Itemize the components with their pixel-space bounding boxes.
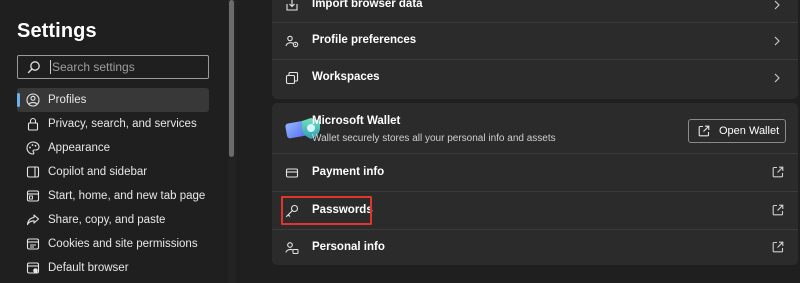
sidebar-item-label: Start, home, and new tab page <box>48 190 206 202</box>
sidebar-item-copilot[interactable]: Copilot and sidebar <box>17 160 209 184</box>
chevron-right-icon <box>774 0 780 10</box>
import-browser-data-label: Import browser data <box>312 0 423 10</box>
sidebar-item-appearance[interactable]: Appearance <box>17 136 209 160</box>
profile-options-card: Import browser data Profile preferences … <box>272 0 798 99</box>
profile-preferences-icon <box>285 35 299 48</box>
profile-icon <box>26 93 40 107</box>
workspaces-icon <box>285 71 299 85</box>
profile-preferences-label: Profile preferences <box>312 34 417 46</box>
open-wallet-button[interactable]: Open Wallet <box>688 119 786 143</box>
sidebar-item-label: Appearance <box>48 142 111 154</box>
open-wallet-label: Open Wallet <box>719 125 780 137</box>
passwords-highlight-box <box>281 196 372 225</box>
home-tab-icon <box>26 190 40 202</box>
settings-sidebar: Settings Profiles Privacy, search, and s… <box>0 0 228 283</box>
personal-info-row[interactable]: Personal info <box>272 230 798 265</box>
payment-info-row[interactable]: Payment info <box>272 154 798 191</box>
workspaces-row[interactable]: Workspaces <box>272 60 798 97</box>
wallet-title: Microsoft Wallet <box>312 115 401 127</box>
external-link-icon <box>698 125 710 137</box>
card-icon <box>285 168 299 178</box>
sidebar-nav: Profiles Privacy, search, and services A… <box>17 88 209 280</box>
profile-preferences-row[interactable]: Profile preferences <box>272 23 798 59</box>
cookies-icon <box>26 238 40 250</box>
workspaces-label: Workspaces <box>312 71 380 83</box>
sidebar-item-share[interactable]: Share, copy, and paste <box>17 208 209 232</box>
page-title: Settings <box>17 20 97 42</box>
search-icon <box>27 61 40 74</box>
sidebar-item-start-home[interactable]: Start, home, and new tab page <box>17 184 209 208</box>
import-browser-data-row[interactable]: Import browser data <box>272 0 798 22</box>
chevron-right-icon <box>774 36 780 46</box>
lock-icon <box>27 117 39 131</box>
search-box[interactable] <box>17 55 209 79</box>
sidebar-item-privacy[interactable]: Privacy, search, and services <box>17 112 209 136</box>
sidebar-item-label: Privacy, search, and services <box>48 118 197 130</box>
sidebar-item-cookies[interactable]: Cookies and site permissions <box>17 232 209 256</box>
external-link-icon <box>772 166 784 178</box>
person-info-icon <box>285 242 299 254</box>
sidebar-item-label: Copilot and sidebar <box>48 166 148 178</box>
sidebar-item-label: Profiles <box>48 94 87 106</box>
sidebar-scrollbar[interactable] <box>229 0 234 157</box>
personal-info-label: Personal info <box>312 241 385 253</box>
wallet-description: Wallet securely stores all your personal… <box>312 133 556 144</box>
import-icon <box>286 0 298 11</box>
search-input[interactable] <box>50 60 200 74</box>
payment-info-label: Payment info <box>312 166 385 178</box>
external-link-icon <box>772 204 784 216</box>
wallet-card: Microsoft Wallet Wallet securely stores … <box>272 103 798 265</box>
sidebar-item-profiles[interactable]: Profiles <box>17 88 209 112</box>
sidebar-item-default-browser[interactable]: Default browser <box>17 256 209 280</box>
sidebar-icon <box>26 166 40 178</box>
browser-icon <box>26 262 40 274</box>
sidebar-item-label: Default browser <box>48 262 129 274</box>
external-link-icon <box>772 241 784 253</box>
chevron-right-icon <box>774 73 780 83</box>
sidebar-item-label: Share, copy, and paste <box>48 214 166 226</box>
sidebar-item-label: Cookies and site permissions <box>48 238 198 250</box>
share-icon <box>26 214 40 226</box>
palette-icon <box>26 141 40 155</box>
